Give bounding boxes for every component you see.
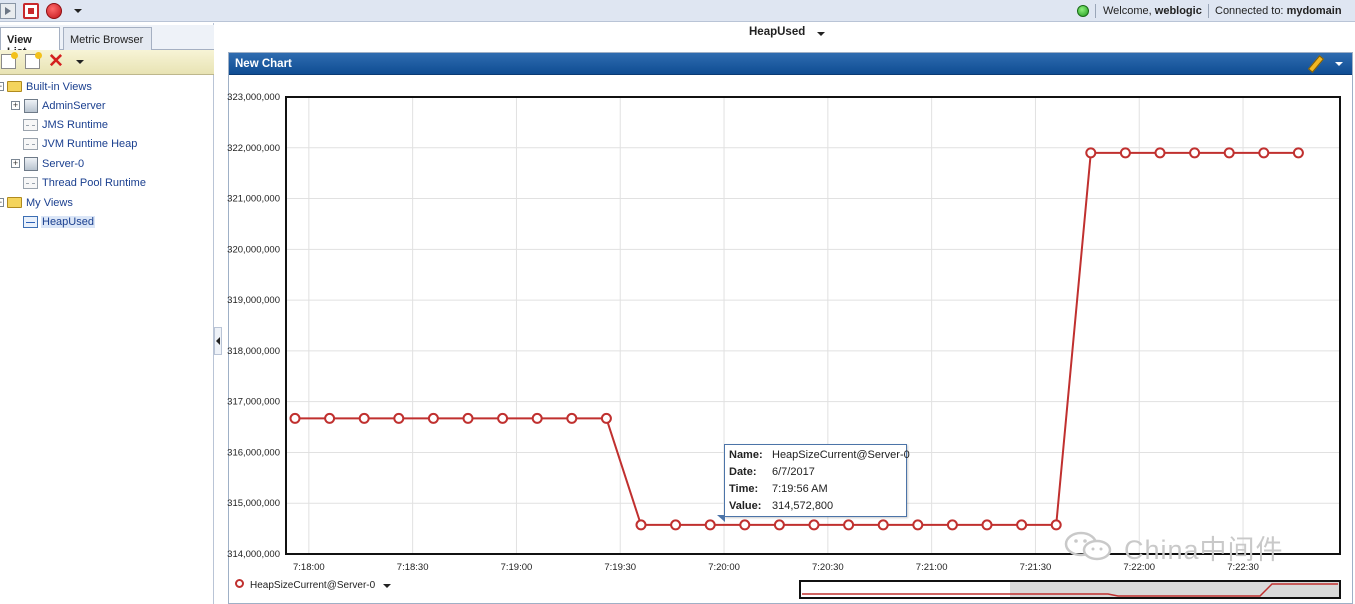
tooltip-value: 6/7/2017 [772,466,815,478]
tooltip-value: 314,572,800 [772,500,834,512]
data-point [1189,147,1201,159]
data-point [427,412,439,424]
x-tick-label: 7:19:00 [501,562,533,573]
data-point [531,412,543,424]
data-point [1119,147,1131,159]
wechat-icon [1064,531,1112,561]
watermark-text: China中间件 [1124,535,1284,565]
data-point [704,519,716,531]
data-point [946,519,958,531]
data-point [566,412,578,424]
data-point [1050,519,1062,531]
data-point [1154,147,1166,159]
y-tick-label: 315,000,000 [227,498,280,509]
x-tick-label: 7:18:00 [293,562,325,573]
data-point [1016,519,1028,531]
data-point [289,412,301,424]
x-tick-label: 7:21:00 [916,562,948,573]
x-tick-label: 7:18:30 [397,562,429,573]
data-point [1223,147,1235,159]
data-point [808,519,820,531]
y-tick-label: 314,000,000 [227,549,280,560]
x-tick-label: 7:19:30 [604,562,636,573]
y-tick-label: 322,000,000 [227,143,280,154]
y-tick-label: 317,000,000 [227,397,280,408]
data-point [843,519,855,531]
tooltip-pointer [717,515,725,522]
y-tick-label: 319,000,000 [227,295,280,306]
data-point [981,519,993,531]
data-point [358,412,370,424]
legend-label: HeapSizeCurrent@Server-0 [250,580,376,591]
tooltip-key: Name: [729,449,763,461]
data-point [912,519,924,531]
y-tick-label: 321,000,000 [227,194,280,205]
x-tick-label: 7:21:30 [1020,562,1052,573]
data-point [739,519,751,531]
data-point [877,519,889,531]
tooltip-value: 7:19:56 AM [772,483,828,495]
y-tick-label: 318,000,000 [227,346,280,357]
legend-marker-icon [235,579,244,588]
data-point [670,519,682,531]
data-point [1292,147,1304,159]
chevron-down-icon[interactable] [383,584,391,588]
data-point [393,412,405,424]
data-point [773,519,785,531]
data-point-tooltip: Name: HeapSizeCurrent@Server-0 Date: 6/7… [717,444,910,522]
y-tick-label: 323,000,000 [227,92,280,103]
data-point [1258,147,1270,159]
tooltip-value: HeapSizeCurrent@Server-0 [772,449,910,461]
chart-plot: 314,000,000 315,000,000 316,000,000 317,000… [227,92,1341,599]
data-point [462,412,474,424]
y-tick-label: 316,000,000 [227,447,280,458]
data-point [600,412,612,424]
x-tick-label: 7:20:00 [708,562,740,573]
data-point [497,412,509,424]
y-tick-label: 320,000,000 [227,244,280,255]
tooltip-key: Value: [729,500,762,512]
data-point [324,412,336,424]
tooltip-key: Time: [729,483,759,495]
x-tick-label: 7:20:30 [812,562,844,573]
data-point [635,519,647,531]
tooltip-key: Date: [729,466,757,478]
data-point [1085,147,1097,159]
